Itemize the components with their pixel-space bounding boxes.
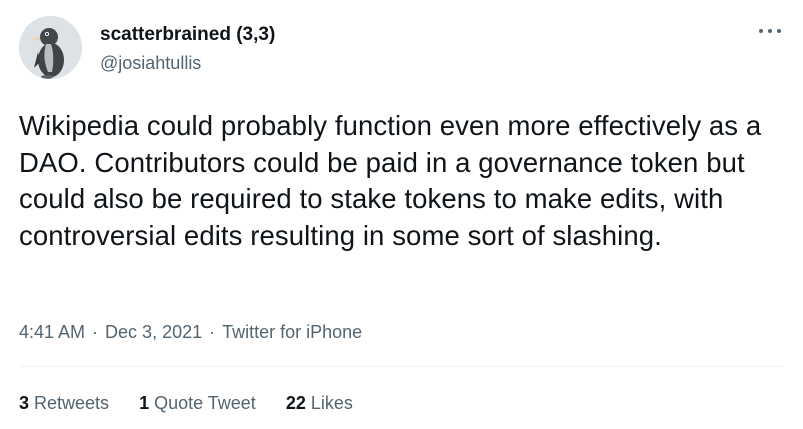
tweet-date[interactable]: Dec 3, 2021 xyxy=(105,322,202,342)
avatar[interactable] xyxy=(19,16,82,79)
tweet-source[interactable]: Twitter for iPhone xyxy=(222,322,362,342)
user-handle[interactable]: @josiahtullis xyxy=(100,51,275,75)
tweet-meta: 4:41 AM · Dec 3, 2021 · Twitter for iPhone xyxy=(19,320,362,344)
tweet-stats: 3 Retweets 1 Quote Tweet 22 Likes xyxy=(19,391,383,415)
tweet-card: scatterbrained (3,3) @josiahtullis Wikip… xyxy=(0,0,803,429)
more-horizontal-icon xyxy=(759,29,763,33)
likes-stat[interactable]: 22 Likes xyxy=(286,391,353,415)
likes-label: Likes xyxy=(310,393,353,413)
more-options-button[interactable] xyxy=(759,26,781,36)
tweet-text: Wikipedia could probably function even m… xyxy=(19,110,762,251)
quote-tweets-label: Quote Tweet xyxy=(154,393,256,413)
display-name[interactable]: scatterbrained (3,3) xyxy=(100,23,275,47)
penguin-avatar-icon xyxy=(19,16,82,79)
tweet-time[interactable]: 4:41 AM xyxy=(19,322,85,342)
quote-tweets-count: 1 xyxy=(139,393,150,413)
divider xyxy=(19,366,784,367)
meta-separator: · xyxy=(92,322,99,342)
likes-count: 22 xyxy=(285,393,306,413)
retweets-count: 3 xyxy=(19,393,30,413)
retweets-stat[interactable]: 3 Retweets xyxy=(19,391,109,415)
meta-separator: · xyxy=(209,322,216,342)
retweets-label: Retweets xyxy=(34,393,110,413)
quote-tweets-stat[interactable]: 1 Quote Tweet xyxy=(139,391,256,415)
